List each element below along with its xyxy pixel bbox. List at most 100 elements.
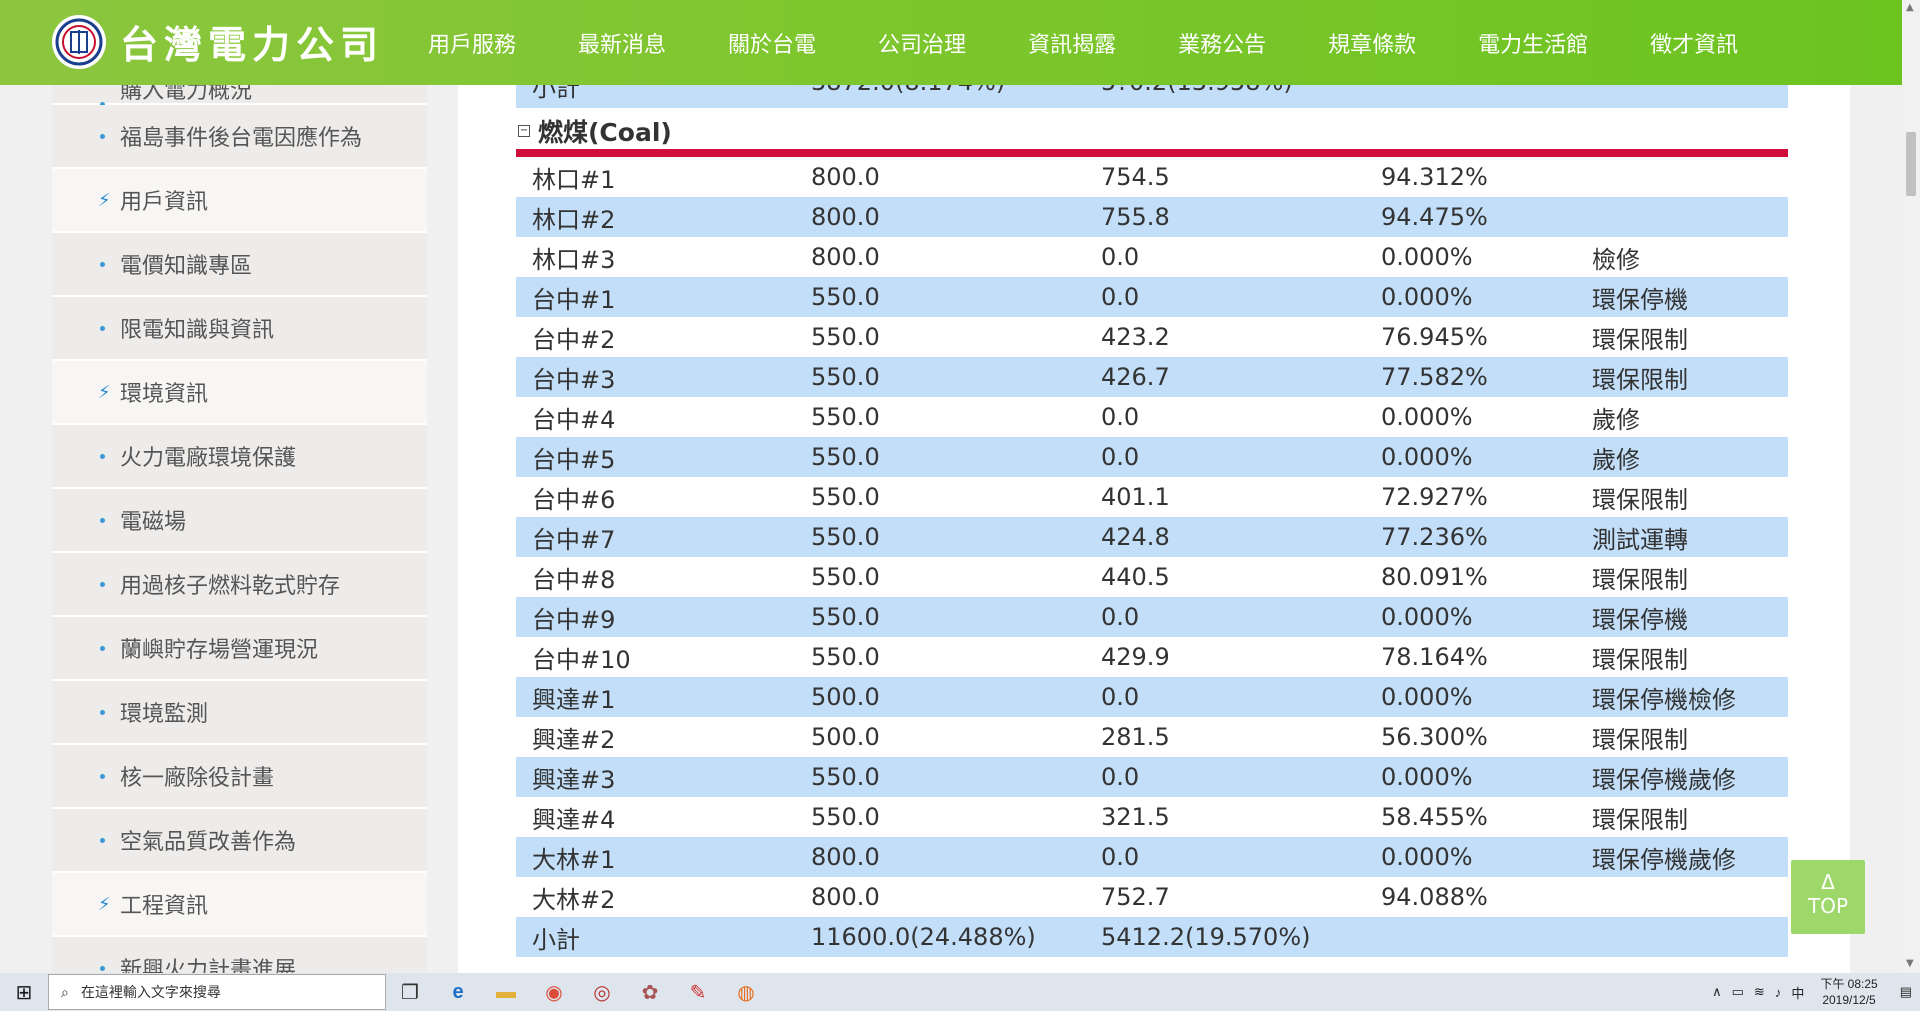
cell-output: 0.0 (1085, 277, 1365, 317)
sidebar-item[interactable]: 電價知識專區 (52, 233, 427, 297)
cell-output: 424.8 (1085, 517, 1365, 557)
cell-capacity: 800.0 (811, 883, 880, 911)
nav-item-0[interactable]: 用戶服務 (428, 27, 516, 59)
notification-center-icon[interactable]: ▤ (1900, 984, 1912, 1000)
cell-output: 0.0 (1101, 243, 1140, 271)
cell-note: 環保限制 (1592, 805, 1688, 834)
taskbar-search-input[interactable]: ⌕ 在這裡輸入文字來搜尋 (48, 974, 386, 1010)
nav-item-6[interactable]: 規章條款 (1328, 27, 1416, 59)
nav-item-4[interactable]: 資訊揭露 (1028, 27, 1116, 59)
nav-item-2[interactable]: 關於台電 (728, 27, 816, 59)
nav-item-5[interactable]: 業務公告 (1178, 27, 1266, 59)
sidebar-item[interactable]: 福島事件後台電因應作為 (52, 105, 427, 169)
page-scrollbar[interactable]: ▲ ▼ (1902, 0, 1920, 973)
cell-ratio: 77.582% (1365, 357, 1576, 397)
site-logo[interactable]: 台灣電力公司 (52, 14, 384, 69)
table-row: 台中#2 550.0 423.2 76.945% 環保限制 (516, 317, 1788, 357)
sidebar-item-label: 核一廠除役計畫 (120, 766, 275, 791)
cell-ratio: 58.455% (1381, 803, 1488, 831)
nav-item-8[interactable]: 徵才資訊 (1650, 27, 1738, 59)
table-row: 林口#1 800.0 754.5 94.312% (516, 157, 1788, 197)
cell-note: 環保限制 (1592, 325, 1688, 354)
sidebar-item[interactable]: 核一廠除役計畫 (52, 745, 427, 809)
sidebar-item[interactable]: 限電知識與資訊 (52, 297, 427, 361)
sidebar-item-label: 環境監測 (120, 702, 209, 727)
blender-icon[interactable]: ◍ (722, 980, 770, 1005)
nav-item-3[interactable]: 公司治理 (878, 27, 966, 59)
cell-unit: 台中#2 (532, 325, 616, 354)
table-row: 林口#3 800.0 0.0 0.000% 檢修 (516, 237, 1788, 277)
chrome-browser-icon[interactable]: ◉ (530, 980, 578, 1005)
cell-capacity: 550.0 (811, 403, 880, 431)
sidebar: 購入電力概況 福島事件後台電因應作為 ⚡ 用戶資訊 電價知識專區 限電知識與資訊 ⚡ 環境資訊… (52, 85, 427, 973)
cell-unit: 台中#3 (516, 357, 795, 397)
cell-note: 測試運轉 (1576, 517, 1788, 557)
windows-start-icon[interactable]: ⊞ (0, 980, 48, 1005)
cell-unit: 台中#9 (516, 597, 795, 637)
scroll-down-icon[interactable]: ▼ (1906, 958, 1914, 969)
app-icon-paint[interactable]: ✎ (674, 980, 722, 1005)
cell-unit: 大林#1 (516, 837, 795, 877)
sidebar-item-label: 新興火力計畫進展 (120, 958, 297, 973)
collapse-toggle-icon[interactable]: − (518, 125, 530, 137)
app-icon-circle[interactable]: ◎ (578, 980, 626, 1005)
windows-taskbar: ⊞ ⌕ 在這裡輸入文字來搜尋 ❐ e ▬ ◉ ◎ ✿ ✎ ◍ ∧ ▭ ≋ ♪ 中… (0, 973, 1920, 1011)
sidebar-item[interactable]: 購入電力概況 (52, 85, 427, 107)
cell-unit: 林口#3 (532, 245, 616, 274)
cell-unit: 興達#3 (516, 757, 795, 797)
coal-section-heading[interactable]: − 燃煤(Coal) (516, 110, 1788, 152)
table-row: 台中#3 550.0 426.7 77.582% 環保限制 (516, 357, 1788, 397)
cell-unit: 興達#1 (516, 677, 795, 717)
sidebar-item-label: 用戶資訊 (120, 190, 209, 215)
cell-output: 0.0 (1085, 597, 1365, 637)
sidebar-section[interactable]: ⚡ 環境資訊 (52, 361, 427, 425)
cell-unit: 台中#6 (532, 485, 616, 514)
cell-note: 環保停機檢修 (1576, 677, 1788, 717)
site-header: 台灣電力公司 用戶服務 最新消息 關於台電 公司治理 資訊揭露 業務公告 規章條款 電力生活館… (0, 0, 1902, 85)
cell-ratio: 94.312% (1381, 163, 1488, 191)
sidebar-item[interactable]: 火力電廠環境保護 (52, 425, 427, 489)
battery-icon[interactable]: ▭ (1732, 984, 1744, 1000)
cell-ratio: 0.000% (1365, 757, 1576, 797)
volume-icon[interactable]: ♪ (1775, 985, 1782, 1000)
sidebar-item-label: 蘭嶼貯存場營運現況 (120, 638, 319, 663)
file-explorer-icon[interactable]: ▬ (482, 981, 530, 1004)
sidebar-item[interactable]: 新興火力計畫進展 (52, 937, 427, 973)
task-view-icon[interactable]: ❐ (386, 980, 434, 1005)
sidebar-item[interactable]: 蘭嶼貯存場營運現況 (52, 617, 427, 681)
sidebar-section[interactable]: ⚡ 用戶資訊 (52, 169, 427, 233)
table-row: 興達#4 550.0 321.5 58.455% 環保限制 (516, 797, 1788, 837)
sidebar-item[interactable]: 空氣品質改善作為 (52, 809, 427, 873)
nav-item-7[interactable]: 電力生活館 (1478, 27, 1588, 59)
cell-output: 0.0 (1085, 437, 1365, 477)
cell-ratio (1365, 917, 1576, 957)
cell-capacity: 550.0 (795, 277, 1085, 317)
sidebar-item[interactable]: 電磁場 (52, 489, 427, 553)
back-to-top-button[interactable]: Δ TOP (1791, 860, 1865, 934)
nav-item-1[interactable]: 最新消息 (578, 27, 666, 59)
sidebar-item[interactable]: 用過核子燃料乾式貯存 (52, 553, 427, 617)
cell-note: 環保停機歲修 (1576, 757, 1788, 797)
cell-ratio: 0.000% (1381, 243, 1473, 271)
cell-ratio: 0.000% (1365, 837, 1576, 877)
sidebar-section[interactable]: ⚡ 工程資訊 (52, 873, 427, 937)
scroll-up-icon[interactable]: ▲ (1906, 2, 1914, 13)
ime-indicator[interactable]: 中 (1791, 983, 1804, 1002)
cell-ratio: 0.000% (1365, 277, 1576, 317)
wifi-icon[interactable]: ≋ (1754, 984, 1765, 1000)
cell-note (1576, 877, 1788, 917)
table-row: 台中#9 550.0 0.0 0.000% 環保停機 (516, 597, 1788, 637)
cell-note: 環保停機 (1576, 277, 1788, 317)
cell-capacity: 11600.0(24.488%) (795, 917, 1085, 957)
cell-capacity: 550.0 (811, 643, 880, 671)
cell-output: 755.8 (1085, 197, 1365, 237)
cell-ratio: 78.164% (1381, 643, 1488, 671)
edge-browser-icon[interactable]: e (434, 981, 482, 1004)
cell-note: 環保限制 (1592, 725, 1688, 754)
app-icon-animal[interactable]: ✿ (626, 980, 674, 1005)
scrollbar-thumb[interactable] (1906, 132, 1916, 196)
clock[interactable]: 下午 08:25 2019/12/5 (1820, 976, 1877, 1008)
sidebar-item[interactable]: 環境監測 (52, 681, 427, 745)
sidebar-item-label: 購入電力概況 (120, 85, 253, 104)
chevron-up-icon[interactable]: ∧ (1712, 984, 1722, 1000)
